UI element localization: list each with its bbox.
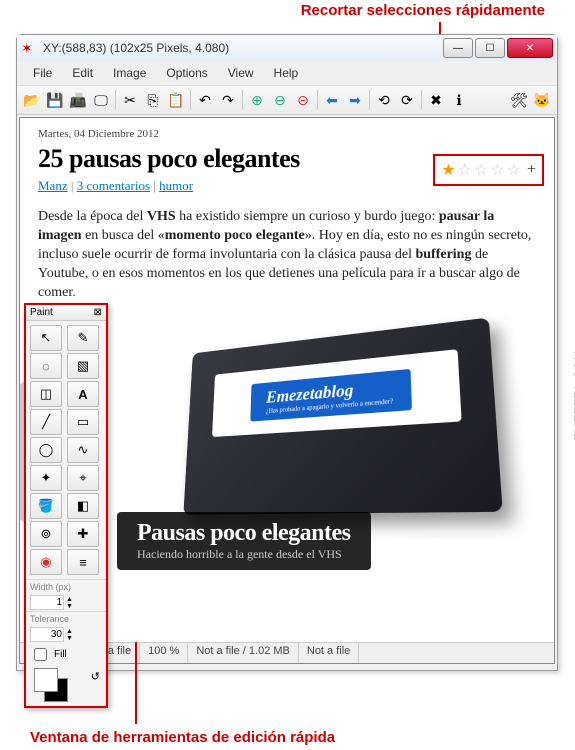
tool-straighten[interactable]: ≡: [67, 549, 99, 575]
vhs-brand: Emezetablog ¿Has probado a apagarlo y vo…: [250, 369, 412, 422]
star-icon: ☆: [490, 160, 504, 180]
category-link[interactable]: humor: [159, 178, 193, 193]
vhs-cassette: Emezetablog ¿Has probado a apagarlo y vo…: [183, 318, 502, 515]
tool-blur[interactable]: ⊚: [30, 521, 62, 547]
image-overlay-title: Pausas poco elegantes Haciendo horrible …: [117, 512, 371, 570]
article-image: Emezetablog ¿Has probado a apagarlo y vo…: [57, 322, 517, 602]
color-swatch[interactable]: ↺: [30, 668, 102, 704]
tool-pointer[interactable]: ↖: [30, 325, 62, 351]
menubar: File Edit Image Options View Help: [17, 61, 557, 86]
author-link[interactable]: Manz: [38, 178, 68, 193]
paint-titlebar[interactable]: Paint ⊠: [26, 305, 106, 321]
tool-fill[interactable]: 🪣: [30, 493, 62, 519]
menu-view[interactable]: View: [218, 63, 264, 83]
menu-image[interactable]: Image: [103, 63, 156, 83]
star-icon: ☆: [458, 160, 472, 180]
width-input[interactable]: [30, 595, 64, 610]
menu-file[interactable]: File: [23, 63, 62, 83]
tolerance-label: Tolerance: [26, 611, 106, 626]
save-icon[interactable]: 💾: [44, 89, 66, 111]
redo-icon[interactable]: ↷: [217, 89, 239, 111]
tool-line[interactable]: ╱: [30, 409, 62, 435]
annotation-crop: Recortar selecciones rápidamente: [301, 2, 545, 19]
slideshow-icon[interactable]: 🖵: [90, 89, 112, 111]
comments-link[interactable]: 3 comentarios: [77, 178, 150, 193]
tool-gradient[interactable]: ◧: [67, 493, 99, 519]
width-label: Width (px): [26, 579, 106, 594]
menu-edit[interactable]: Edit: [62, 63, 103, 83]
tool-lasso[interactable]: ◌: [30, 353, 62, 379]
window-title: XY:(588,83) (102x25 Pixels, 4.080): [43, 41, 443, 55]
app-mascot-icon[interactable]: 🐱: [531, 89, 553, 111]
tolerance-input[interactable]: [30, 627, 64, 642]
fill-checkbox[interactable]: [34, 648, 47, 661]
width-down[interactable]: ▼: [66, 603, 73, 610]
maximize-button[interactable]: ☐: [475, 38, 505, 58]
fill-label: Fill: [54, 649, 67, 660]
width-up[interactable]: ▲: [66, 596, 73, 603]
crosshair-icon: +: [527, 161, 536, 179]
rotate-ccw-icon[interactable]: ⟲: [373, 89, 395, 111]
tool-freehand[interactable]: ∿: [67, 437, 99, 463]
tol-up[interactable]: ▲: [66, 628, 73, 635]
toolbar: 📂 💾 📠 🖵 ✂ ⎘ 📋 ↶ ↷ ⊕ ⊖ ⊝ ⬅ ➡ ⟲ ⟳ ✖ ℹ 🛠 🐱: [17, 86, 557, 115]
copy-icon[interactable]: ⎘: [142, 89, 164, 111]
paint-close-icon[interactable]: ⊠: [94, 307, 102, 318]
menu-options[interactable]: Options: [156, 63, 217, 83]
settings-icon[interactable]: 🛠: [508, 89, 530, 111]
open-icon[interactable]: 📂: [21, 89, 43, 111]
swap-colors-icon[interactable]: ↺: [91, 670, 100, 683]
undo-icon[interactable]: ↶: [194, 89, 216, 111]
zoom-reset-icon[interactable]: ⊝: [292, 89, 314, 111]
crop-selection[interactable]: ★ ☆ ☆ ☆ ☆ +: [433, 154, 544, 186]
tool-clone[interactable]: ⌖: [67, 465, 99, 491]
annotation-tools: Ventana de herramientas de edición rápid…: [30, 729, 335, 746]
zoom-out-icon[interactable]: ⊖: [269, 89, 291, 111]
paste-icon[interactable]: 📋: [165, 89, 187, 111]
star-icon: ☆: [474, 160, 488, 180]
star-icon: ★: [441, 160, 455, 180]
tool-redeye[interactable]: ◉: [30, 549, 62, 575]
prev-icon[interactable]: ⬅: [321, 89, 343, 111]
info-icon[interactable]: ℹ: [448, 89, 470, 111]
tool-ellipse[interactable]: ◯: [30, 437, 62, 463]
zoom-in-icon[interactable]: ⊕: [246, 89, 268, 111]
status-size: Not a file / 1.02 MB: [188, 643, 299, 663]
minimize-button[interactable]: —: [443, 38, 473, 58]
tool-marquee[interactable]: ▧: [67, 353, 99, 379]
next-icon[interactable]: ➡: [344, 89, 366, 111]
tool-eyedropper[interactable]: ✎: [67, 325, 99, 351]
article-body: Desde la época del VHS ha existido siemp…: [38, 208, 536, 302]
tool-text[interactable]: A: [67, 381, 99, 407]
status-zoom: 100 %: [140, 643, 188, 663]
delete-icon[interactable]: ✖: [425, 89, 447, 111]
rotate-cw-icon[interactable]: ⟳: [396, 89, 418, 111]
tool-rect[interactable]: ▭: [67, 409, 99, 435]
app-icon: ✶: [21, 40, 37, 56]
status-extra: Not a file: [299, 643, 359, 663]
cut-icon[interactable]: ✂: [119, 89, 141, 111]
close-button[interactable]: ✕: [507, 38, 553, 58]
tool-sharpen[interactable]: ✦: [30, 465, 62, 491]
tool-eraser[interactable]: ◫: [30, 381, 62, 407]
annotation-tools-line: [135, 642, 137, 724]
star-icon: ☆: [507, 160, 521, 180]
tol-down[interactable]: ▼: [66, 635, 73, 642]
article-date: Martes, 04 Diciembre 2012: [38, 128, 536, 140]
menu-help[interactable]: Help: [264, 63, 309, 83]
foreground-swatch[interactable]: [34, 668, 58, 692]
tool-heal[interactable]: ✚: [67, 521, 99, 547]
paint-tools-window[interactable]: Paint ⊠ ↖ ✎ ◌ ▧ ◫ A ╱ ▭ ◯ ∿ ✦ ⌖ 🪣 ◧ ⊚ ✚ …: [24, 303, 108, 708]
scan-icon[interactable]: 📠: [67, 89, 89, 111]
titlebar: ✶ XY:(588,83) (102x25 Pixels, 4.080) — ☐…: [17, 35, 557, 61]
